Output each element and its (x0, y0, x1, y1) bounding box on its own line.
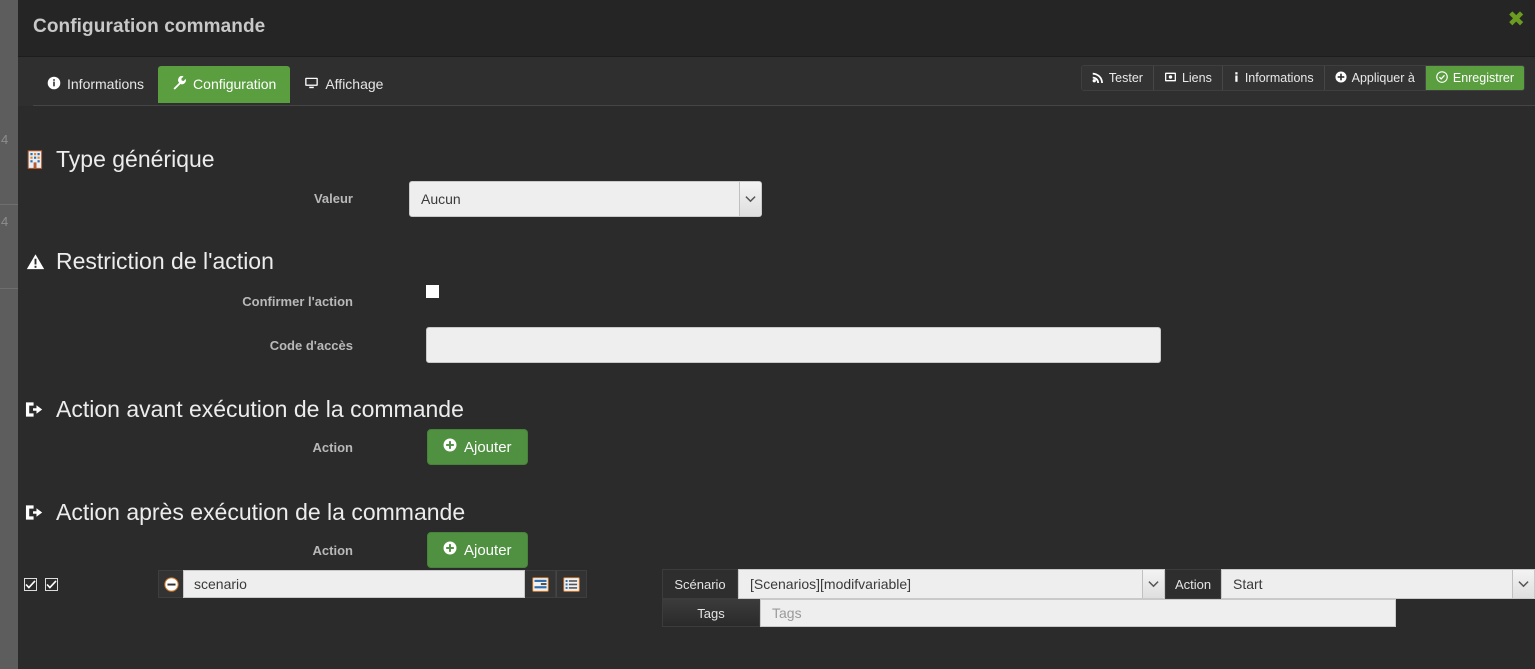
action-apres-ajouter-button[interactable]: Ajouter (427, 532, 528, 568)
plus-circle-icon (443, 438, 457, 456)
tab-list: Informations Configuration Affichage (33, 66, 397, 103)
section-title-restriction: Restriction de l'action (24, 248, 274, 275)
sign-out-icon (24, 502, 46, 524)
action-select[interactable]: Start (1221, 569, 1535, 599)
informations-button[interactable]: Informations (1222, 66, 1325, 90)
info-circle-icon (47, 76, 61, 93)
page-title: Configuration commande (33, 16, 266, 37)
action-toolbar: Tester Liens Informations Appliquer à En… (1080, 65, 1525, 91)
tab-informations[interactable]: Informations (33, 66, 158, 103)
action-avant-ajouter-button[interactable]: Ajouter (427, 429, 528, 465)
building-icon (24, 149, 46, 171)
action-apres-label: Action (312, 543, 353, 558)
background-page-number: 4 (1, 132, 9, 147)
type-generique-value: Aucun (421, 191, 461, 207)
background-page: 4 4 (0, 0, 18, 669)
chevron-down-icon (1142, 570, 1164, 598)
tester-button[interactable]: Tester (1081, 66, 1154, 90)
section-title-label: Restriction de l'action (56, 248, 274, 274)
action-row-checkbox-1[interactable] (24, 578, 37, 591)
confirmer-action-checkbox[interactable] (426, 285, 439, 298)
toolbar-label: Enregistrer (1452, 71, 1514, 85)
configuration-modal: Configuration commande ✖ Informations Co… (18, 0, 1535, 669)
appliquer-a-button[interactable]: Appliquer à (1324, 66, 1426, 90)
command-input-group: scenario (158, 570, 587, 598)
check-circle-icon (1436, 70, 1448, 86)
background-rule (0, 204, 18, 205)
scenario-config-panel: Scénario [Scenarios][modifvariable] Acti… (662, 569, 1535, 627)
modal-header: Configuration commande ✖ (18, 0, 1535, 57)
section-title-label: Action avant exécution de la commande (56, 396, 464, 422)
section-title-type-generique: Type générique (24, 146, 215, 173)
confirmer-action-label: Confirmer l'action (242, 294, 353, 309)
chevron-down-icon (1512, 570, 1534, 598)
desktop-icon (304, 76, 319, 93)
tags-label: Tags (662, 599, 760, 627)
list-alt-icon[interactable] (556, 570, 587, 598)
tags-input[interactable]: Tags (760, 599, 1396, 627)
toolbar-label: Informations (1244, 71, 1314, 85)
tab-bar: Informations Configuration Affichage Tes… (18, 57, 1535, 106)
tab-label: Configuration (193, 76, 277, 92)
command-name-input[interactable]: scenario (183, 570, 525, 598)
info-icon (1233, 71, 1240, 86)
scenario-select[interactable]: [Scenarios][modifvariable] (738, 569, 1165, 599)
action-row-checkbox-2[interactable] (45, 578, 58, 591)
button-label: Ajouter (464, 541, 512, 559)
scenario-value: [Scenarios][modifvariable] (750, 576, 912, 592)
toolbar-label: Tester (1108, 71, 1143, 85)
warning-triangle-icon (24, 251, 46, 273)
button-label: Ajouter (464, 438, 512, 456)
close-icon[interactable]: ✖ (1507, 9, 1525, 30)
valeur-label: Valeur (313, 191, 353, 206)
plus-circle-icon (1335, 70, 1347, 86)
wrench-icon (172, 75, 187, 93)
tab-affichage[interactable]: Affichage (290, 66, 397, 103)
tab-label: Informations (67, 76, 145, 92)
configuration-form: Type générique Valeur Aucun Restriction … (18, 106, 1535, 669)
rss-icon (1092, 71, 1104, 86)
section-title-label: Type générique (56, 146, 215, 172)
scenario-row: Scénario [Scenarios][modifvariable] Acti… (662, 569, 1535, 599)
section-title-action-avant: Action avant exécution de la commande (24, 396, 464, 423)
background-rule (0, 288, 18, 289)
action-label: Action (1165, 569, 1221, 599)
action-avant-label: Action (312, 440, 353, 455)
code-acces-label: Code d'accès (269, 338, 353, 353)
code-acces-input[interactable] (426, 327, 1161, 363)
scenario-label: Scénario (662, 569, 738, 599)
type-generique-select[interactable]: Aucun (409, 181, 762, 217)
sliders-list-icon[interactable] (525, 570, 556, 598)
chevron-down-icon (739, 182, 761, 216)
link-image-icon (1164, 71, 1177, 86)
section-title-action-apres: Action après exécution de la commande (24, 499, 465, 526)
toolbar-label: Liens (1181, 71, 1212, 85)
tab-configuration[interactable]: Configuration (158, 66, 291, 103)
liens-button[interactable]: Liens (1153, 66, 1223, 90)
tab-label: Affichage (325, 76, 384, 92)
section-title-label: Action après exécution de la commande (56, 499, 466, 525)
minus-circle-icon[interactable] (158, 570, 183, 598)
action-row-checkboxes (24, 578, 66, 591)
tags-row: Tags Tags (662, 599, 1535, 627)
background-page-number: 4 (1, 214, 9, 229)
toolbar-label: Appliquer à (1351, 71, 1415, 85)
sign-out-icon (24, 399, 46, 421)
plus-circle-icon (443, 541, 457, 559)
action-value: Start (1233, 576, 1263, 592)
enregistrer-button[interactable]: Enregistrer (1425, 66, 1524, 90)
